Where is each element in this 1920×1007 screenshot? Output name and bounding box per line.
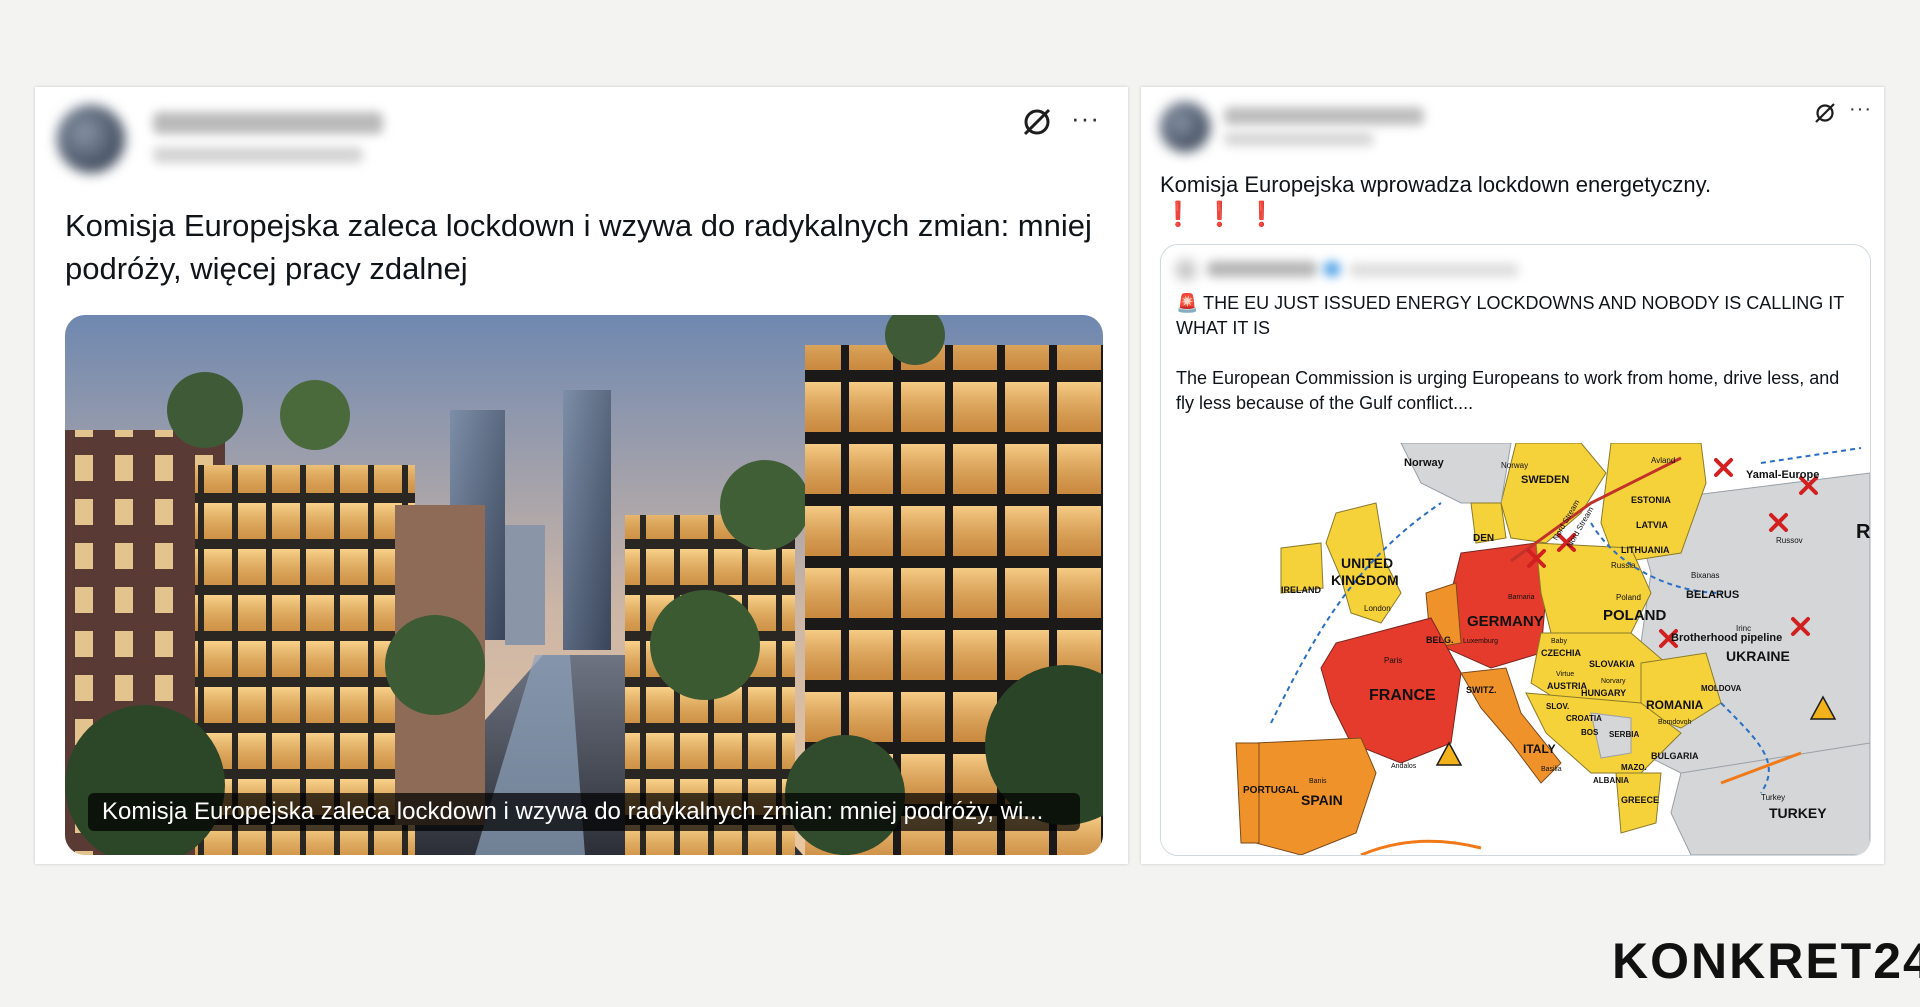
blurred-username [153,112,383,134]
map-label: GREECE [1621,795,1659,805]
blurred-quoted-handle [1349,263,1519,277]
map-label: Turkey [1761,793,1785,802]
map-label: BELARUS [1686,589,1739,601]
map-label: BULGARIA [1651,751,1699,761]
map-region-norway [1400,443,1512,504]
more-options-icon[interactable]: ··· [1071,105,1100,131]
blurred-verified-icon [1323,261,1341,277]
map-label: MAZO. [1621,763,1647,772]
avatar[interactable] [1160,102,1210,152]
map-label: ITALY [1523,742,1556,756]
map-label: Baby [1551,638,1567,645]
map-label: POLAND [1603,607,1667,624]
media-caption: Komisja Europejska zaleca lockdown i wzy… [88,793,1080,831]
post-text: Komisja Europejska zaleca lockdown i wzy… [65,208,1092,286]
map-label: Yamal-Europe [1746,469,1819,481]
map-label: Avland [1651,456,1675,465]
quoted-post[interactable]: 🚨 THE EU JUST ISSUED ENERGY LOCKDOWNS AN… [1160,244,1871,856]
blurred-handle [153,147,363,163]
map-label: ALBANIA [1593,776,1629,785]
map-label: SWITZ. [1466,685,1497,695]
map-label: Banis [1309,778,1327,785]
blurred-username [1224,107,1424,125]
map-region-sweden [1500,443,1607,544]
blurred-quoted-username [1207,261,1317,277]
europe-energy-map[interactable]: Norway Norway SWEDEN Avland Yamal-Europe… [1161,443,1870,855]
map-label: UKRAINE [1726,648,1790,664]
map-label: Norvary [1601,678,1626,685]
map-label: London [1364,604,1391,613]
more-options-icon[interactable]: ··· [1849,99,1872,119]
map-label: Norway [1501,461,1528,470]
map-label: BOS [1581,728,1599,737]
map-label: Russov [1776,536,1803,545]
map-label: CROATIA [1566,714,1602,723]
city-street-illustration [65,315,1103,855]
map-label: PORTUGAL [1243,785,1299,796]
map-label: Poland [1616,593,1641,602]
map-label: GERMANY [1467,613,1544,630]
avatar[interactable] [57,105,125,173]
map-label: HUNGARY [1581,688,1626,698]
konkret24-logo: KONKRET24 [1612,933,1920,989]
map-label: Bomdovoh [1658,719,1692,726]
map-label: DEN [1473,533,1494,544]
map-label: Russia [1611,561,1636,570]
map-label: IRELAND [1281,585,1321,595]
map-label: Basilia [1541,766,1562,773]
left-post-card[interactable]: ··· Komisja Europejska zaleca lockdown i… [35,87,1128,864]
map-label: KINGDOM [1331,572,1399,588]
map-label: Brotherhood pipeline [1671,632,1782,644]
map-label: Luxemburg [1463,638,1498,645]
grok-icon[interactable] [1813,101,1837,125]
quoted-headline: 🚨 THE EU JUST ISSUED ENERGY LOCKDOWNS AN… [1176,293,1844,338]
grok-icon[interactable] [1020,105,1054,139]
map-label: UNITED [1341,555,1393,571]
map-label: Norway [1404,457,1445,469]
post-text: Komisja Europejska wprowadza lockdown en… [1160,172,1712,197]
map-label: TURKEY [1769,805,1827,821]
blurred-handle [1224,132,1374,146]
map-label: SERBIA [1609,730,1639,739]
map-label: R [1856,521,1870,543]
map-label: LATVIA [1636,520,1668,530]
map-label: SLOV. [1546,702,1569,711]
map-label: ESTONIA [1631,495,1671,505]
map-label: BELG. [1426,635,1454,645]
map-label: SPAIN [1301,792,1343,808]
map-label: Barnaria [1508,594,1535,601]
map-label: LITHUANIA [1621,545,1670,555]
post-media-image[interactable]: Komisja Europejska zaleca lockdown i wzy… [65,315,1103,855]
quoted-text: 🚨 THE EU JUST ISSUED ENERGY LOCKDOWNS AN… [1176,291,1856,416]
quoted-avatar [1175,259,1197,281]
map-label: MOLDOVA [1701,684,1742,693]
map-label: Bixanas [1691,571,1719,580]
map-label: CZECHIA [1541,648,1581,658]
map-label: SLOVAKIA [1589,659,1635,669]
right-post-card[interactable]: ··· Komisja Europejska wprowadza lockdow… [1141,87,1884,864]
map-label: ROMANIA [1646,698,1704,712]
map-label: Paris [1384,656,1402,665]
map-label: Virtue [1556,671,1574,678]
map-label: SWEDEN [1521,474,1569,486]
exclamation-icons: ❗❗❗ [1163,201,1289,228]
quoted-body: The European Commission is urging Europe… [1176,368,1840,413]
map-label: FRANCE [1369,687,1436,704]
map-label: Andalos [1391,763,1417,770]
